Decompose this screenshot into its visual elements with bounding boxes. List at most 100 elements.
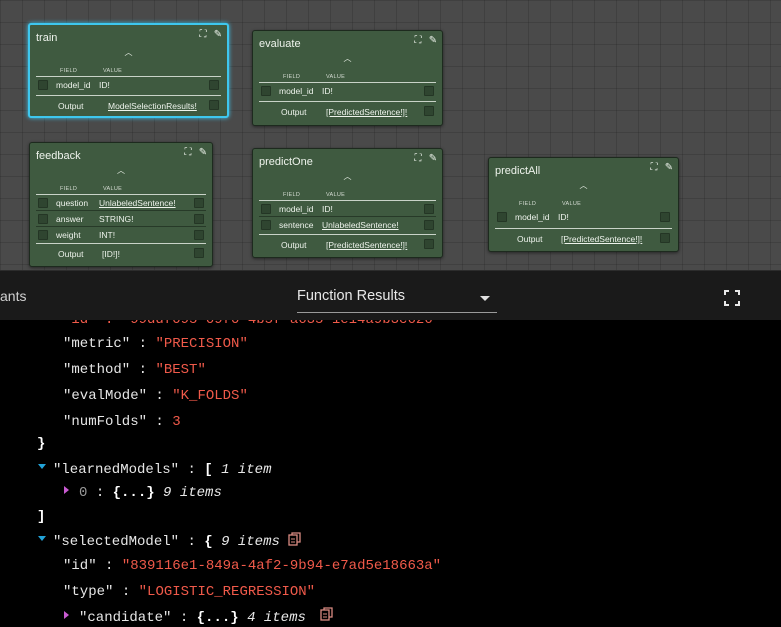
node-header[interactable]: evaluate ⛶ ✎ [253,31,442,53]
output-row: Output [PredictedSentence!]! [259,101,436,119]
json-close-brace: } [37,436,46,452]
json-close-bracket: ] [37,509,46,525]
field-row: model_id ID! [36,76,221,92]
pencil-icon[interactable]: ✎ [428,36,438,46]
results-view-select[interactable]: Function Results [297,281,497,313]
field-checkbox[interactable] [261,204,271,214]
json-row-candidate[interactable]: "candidate" : {...} 4 items [79,609,306,627]
output-checkbox[interactable] [660,233,670,243]
pencil-icon[interactable]: ✎ [198,148,208,158]
output-label: Output [58,101,84,111]
fullscreen-icon[interactable]: ⛶ [413,36,423,46]
node-predictone[interactable]: predictOne ⛶ ✎ ︿ FIELD VALUE model_id ID!… [252,148,443,258]
field-row: answer STRING! [36,210,206,226]
fullscreen-icon[interactable]: ⛶ [183,148,193,158]
fullscreen-icon[interactable]: ⛶ [649,163,659,173]
output-label: Output [58,249,84,259]
node-header[interactable]: feedback ⛶ ✎ [30,143,212,165]
field-name: model_id [279,204,314,214]
node-predictall[interactable]: predictAll ⛶ ✎ ︿ FIELD VALUE model_id ID!… [488,157,679,252]
field-header: FIELD [60,68,78,74]
graph-canvas[interactable]: train ⛶ ✎ ︿ FIELD VALUE model_id ID! Outp… [0,0,781,270]
output-type-link[interactable]: ModelSelectionResults! [108,101,197,111]
collapsed-arrow-icon[interactable] [64,486,69,494]
field-header: FIELD [519,201,537,207]
collapse-chevron-up-icon[interactable]: ︿ [253,171,442,182]
node-header[interactable]: predictOne ⛶ ✎ [253,149,442,171]
output-label: Output [281,240,307,250]
field-name: answer [56,214,84,224]
value-header: VALUE [326,74,346,80]
collapse-chevron-up-icon[interactable]: ︿ [489,180,678,191]
tab-partial-label[interactable]: ants [0,288,26,304]
value-checkbox[interactable] [194,230,204,240]
value-checkbox[interactable] [424,86,434,96]
field-name: question [56,198,89,208]
json-row-item0[interactable]: 0 : {...} 9 items [79,484,222,502]
output-type-link[interactable]: [PredictedSentence!]! [326,107,407,117]
output-checkbox[interactable] [424,106,434,116]
json-row-numfolds: "numFolds" : 3 [63,414,181,430]
expand-arrow-icon[interactable] [38,464,46,469]
output-label: Output [281,107,307,117]
field-row: sentence UnlabeledSentence! [259,216,436,232]
output-row: Output [ID!]! [36,243,206,261]
value-checkbox[interactable] [194,198,204,208]
expand-arrow-icon[interactable] [38,536,46,541]
value-checkbox[interactable] [424,204,434,214]
json-row-sel-id: "id" : "839116e1-849a-4af2-9b94-e7ad5e18… [63,558,442,574]
pencil-icon[interactable]: ✎ [213,30,223,40]
field-checkbox[interactable] [38,198,48,208]
results-toolbar: ants Function Results [0,270,781,320]
value-checkbox[interactable] [209,80,219,90]
output-row: Output ModelSelectionResults! [36,95,221,113]
node-header[interactable]: predictAll ⛶ ✎ [489,158,678,180]
field-checkbox[interactable] [261,86,271,96]
node-title: train [36,32,58,44]
field-checkbox[interactable] [38,80,48,90]
field-name: weight [56,230,81,240]
pencil-icon[interactable]: ✎ [428,154,438,164]
collapsed-arrow-icon[interactable] [64,611,69,619]
output-type-link[interactable]: [PredictedSentence!]! [326,240,407,250]
field-value-link[interactable]: UnlabeledSentence! [322,220,399,230]
json-viewer[interactable]: "id" : "99ddf095-09f0-4b5f-a635-1e14a9b3… [0,320,781,627]
collapse-chevron-up-icon[interactable]: ︿ [30,47,227,58]
field-header: FIELD [283,74,301,80]
json-row-sel-type: "type" : "LOGISTIC_REGRESSION" [63,584,316,600]
pencil-icon[interactable]: ✎ [664,163,674,173]
copy-icon[interactable] [320,607,333,621]
value-checkbox[interactable] [194,214,204,224]
collapse-chevron-up-icon[interactable]: ︿ [30,165,212,176]
field-name: sentence [279,220,314,230]
json-row-learnedmodels[interactable]: "learnedModels" : [ 1 item [53,461,271,479]
value-checkbox[interactable] [424,220,434,230]
field-row: question UnlabeledSentence! [36,194,206,210]
field-header: FIELD [283,192,301,198]
output-checkbox[interactable] [194,248,204,258]
field-checkbox[interactable] [261,220,271,230]
node-feedback[interactable]: feedback ⛶ ✎ ︿ FIELD VALUE question Unlab… [29,142,213,267]
field-row: model_id ID! [259,200,436,216]
field-checkbox[interactable] [38,214,48,224]
field-checkbox[interactable] [38,230,48,240]
node-evaluate[interactable]: evaluate ⛶ ✎ ︿ FIELD VALUE model_id ID! O… [252,30,443,126]
output-type-link[interactable]: [PredictedSentence!]! [561,234,642,244]
field-value: ID! [558,212,569,222]
field-value-link[interactable]: UnlabeledSentence! [99,198,176,208]
field-value: ID! [99,80,110,90]
field-row: model_id ID! [259,82,436,98]
field-value: ID! [322,86,333,96]
fullscreen-icon[interactable]: ⛶ [413,154,423,164]
fullscreen-expand-icon[interactable] [722,288,742,308]
json-row-selectedmodel[interactable]: "selectedModel" : { 9 items [53,533,280,551]
field-checkbox[interactable] [497,212,507,222]
output-checkbox[interactable] [209,100,219,110]
fullscreen-icon[interactable]: ⛶ [198,30,208,40]
node-train[interactable]: train ⛶ ✎ ︿ FIELD VALUE model_id ID! Outp… [28,23,229,118]
copy-icon[interactable] [288,532,301,546]
output-checkbox[interactable] [424,239,434,249]
node-header[interactable]: train ⛶ ✎ [30,25,227,47]
value-checkbox[interactable] [660,212,670,222]
collapse-chevron-up-icon[interactable]: ︿ [253,53,442,64]
